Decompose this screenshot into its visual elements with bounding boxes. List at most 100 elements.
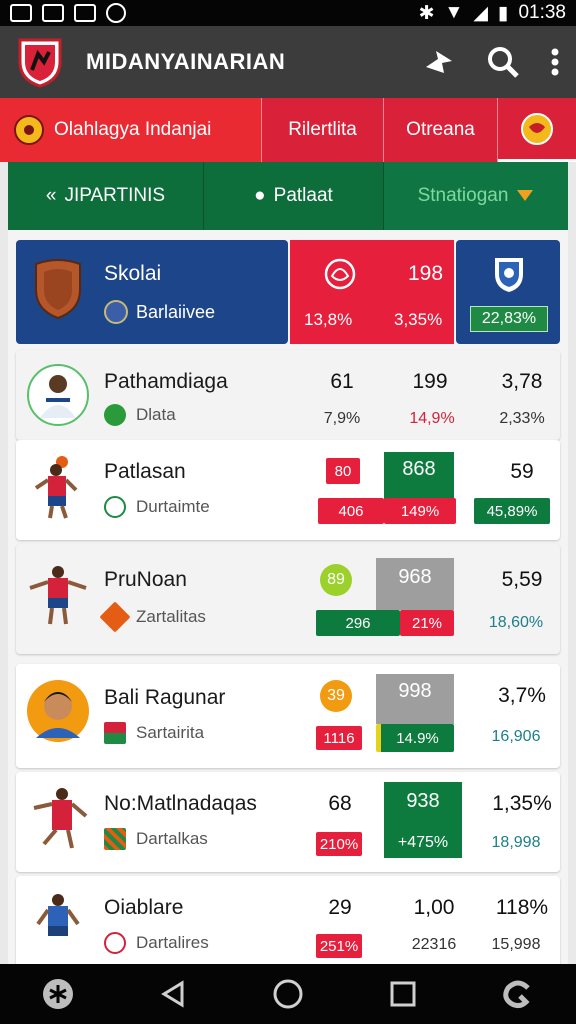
- player-team: Dartalkas: [104, 828, 208, 850]
- stat-value-1: 89: [320, 564, 352, 596]
- tab-label: Rilertlita: [288, 119, 357, 140]
- back-button[interactable]: [153, 974, 193, 1014]
- tab-otreana[interactable]: Otreana: [384, 98, 498, 162]
- club-crest-icon: [521, 112, 553, 145]
- segment-jipartinis[interactable]: « JIPARTINIS: [8, 162, 204, 230]
- player-team-name: Dlata: [136, 405, 176, 424]
- player-row[interactable]: No:Matlnadaqas Dartalkas 68 938 1,35% 21…: [16, 772, 560, 872]
- stat-pct-1: 210%: [316, 832, 362, 856]
- battery-icon: ▮: [497, 2, 509, 24]
- stat-value-1: 80: [326, 458, 360, 484]
- segment-label: Stnatiogan: [417, 185, 509, 206]
- tab-crest[interactable]: [498, 98, 576, 162]
- player-row[interactable]: PruNoan Zartalitas 89 968 5,59 296 21% 1…: [16, 544, 560, 654]
- segment-label: Patlaat: [273, 185, 333, 206]
- segment-patlaat[interactable]: ● Patlaat: [204, 162, 384, 230]
- mail-notification-icon: [42, 4, 64, 22]
- player-team-name: Dartalires: [136, 933, 209, 952]
- stat-value-2: 868: [384, 452, 454, 500]
- stat-value-2: 968: [376, 558, 454, 610]
- player-name: Oiablare: [104, 896, 184, 919]
- assistant-icon: [42, 979, 73, 1009]
- team-badge-icon: [104, 300, 128, 324]
- segment-bar: « JIPARTINIS ● Patlaat Stnatiogan: [8, 162, 568, 230]
- team-name: Skolai: [104, 262, 162, 285]
- player-avatar: [33, 788, 88, 849]
- stat-value-2: 998: [376, 674, 454, 724]
- stat-value-1: 61: [330, 370, 354, 393]
- stat-value-1: 39: [320, 680, 352, 712]
- dropdown-arrow-icon: [517, 190, 534, 201]
- player-row[interactable]: Pathamdiaga Dlata 61 199 3,78 7,9% 14,9%…: [16, 350, 560, 440]
- assistant-button[interactable]: [38, 974, 78, 1014]
- player-team-name: Dartalkas: [136, 829, 208, 848]
- team-mark-icon: [99, 601, 131, 633]
- photo-notification-icon: [74, 4, 96, 22]
- tab-olahlagya[interactable]: Olahlagya Indanjai: [0, 98, 262, 162]
- status-bar: ✱ ▼ ◢ ▮ 01:38: [0, 0, 576, 26]
- tab-rilertlita[interactable]: Rilertlita: [262, 98, 384, 162]
- stat-pct-1: 1116: [316, 726, 362, 750]
- opponent-panel: 22,83%: [456, 240, 560, 344]
- team-stats-panel: 198 13,8% 3,35%: [290, 240, 454, 344]
- team-mark-icon: [104, 932, 126, 954]
- team-pct-left: 13,8%: [304, 310, 353, 329]
- wifi-icon: ▼: [444, 2, 464, 23]
- search-icon[interactable]: [486, 45, 520, 79]
- stat-pct-2: 22316: [411, 936, 457, 953]
- stat-value-3: 118%: [495, 896, 549, 919]
- home-button[interactable]: [268, 974, 308, 1014]
- player-team: Zartalitas: [99, 601, 206, 633]
- team-info-panel: Skolai Barlaiivee: [16, 240, 288, 344]
- stat-pct-2: +475%: [397, 834, 449, 851]
- team-subtitle-text: Barlaiivee: [136, 301, 216, 322]
- team-mark-icon: [104, 404, 126, 426]
- stat-value-2: 1,00: [413, 896, 455, 919]
- system-nav-bar: [0, 964, 576, 1024]
- stat-pct-3: 15,998: [491, 936, 541, 953]
- standings-list[interactable]: Skolai Barlaiivee 198 13,8% 3,35% 22,83%: [8, 230, 568, 964]
- stat-pct-1: 251%: [316, 934, 362, 958]
- stat-pct-1: 7,9%: [323, 410, 361, 427]
- player-row[interactable]: Patlasan Durtaimte 80 868 59 406 149% 45…: [16, 440, 560, 540]
- app-title: MIDANYAINARIAN: [86, 49, 286, 74]
- club-logo-icon[interactable]: [16, 36, 64, 88]
- player-team-name: Durtaimte: [136, 497, 210, 516]
- player-row[interactable]: Bali Ragunar Sartairita 39 998 3,7% 1116…: [16, 664, 560, 768]
- app-shortcut-button[interactable]: [498, 974, 538, 1014]
- stat-pct-3: 18,998: [491, 834, 541, 851]
- team-shield-icon: [35, 259, 81, 320]
- stat-pct-3: 16,906: [491, 728, 541, 745]
- opponent-pct: 22,83%: [470, 306, 548, 332]
- player-team-name: Zartalitas: [136, 607, 206, 626]
- stat-value-1: 29: [328, 896, 352, 919]
- stat-pct-1: 406: [318, 498, 384, 524]
- featured-team-card[interactable]: Skolai Barlaiivee 198 13,8% 3,35% 22,83%: [16, 240, 560, 344]
- segment-stnatiogan[interactable]: Stnatiogan: [384, 162, 568, 230]
- team-pct-right: 3,35%: [394, 310, 443, 329]
- app-shortcut-icon: [503, 980, 531, 1009]
- more-options-icon[interactable]: [550, 47, 560, 77]
- app-bar: MIDANYAINARIAN: [0, 26, 576, 98]
- player-row[interactable]: Oiablare Dartalires 29 1,00 118% 251% 22…: [16, 876, 560, 964]
- player-team: Dartalires: [104, 932, 209, 954]
- team-mark-icon: [104, 722, 126, 744]
- tab-bar: Olahlagya Indanjai Rilertlita Otreana: [0, 98, 576, 162]
- segment-label: JIPARTINIS: [64, 185, 166, 206]
- player-avatar: [27, 364, 89, 426]
- clock: 01:38: [518, 2, 566, 23]
- bluetooth-icon: ✱: [418, 2, 435, 24]
- stat-value-1: 68: [328, 792, 352, 815]
- player-avatar: [29, 566, 87, 625]
- stat-value-3: 59: [510, 460, 534, 483]
- team-emblem-icon: [324, 258, 356, 290]
- opponent-crest-icon: [495, 258, 523, 292]
- player-name: PruNoan: [104, 568, 187, 591]
- tab-label: Otreana: [406, 119, 475, 140]
- recents-icon: [390, 981, 416, 1007]
- stat-value-3: 3,78: [501, 370, 543, 393]
- back-icon: [160, 980, 184, 1008]
- broadcast-icon[interactable]: [422, 47, 456, 77]
- player-name: Bali Ragunar: [104, 686, 226, 709]
- recents-button[interactable]: [383, 974, 423, 1014]
